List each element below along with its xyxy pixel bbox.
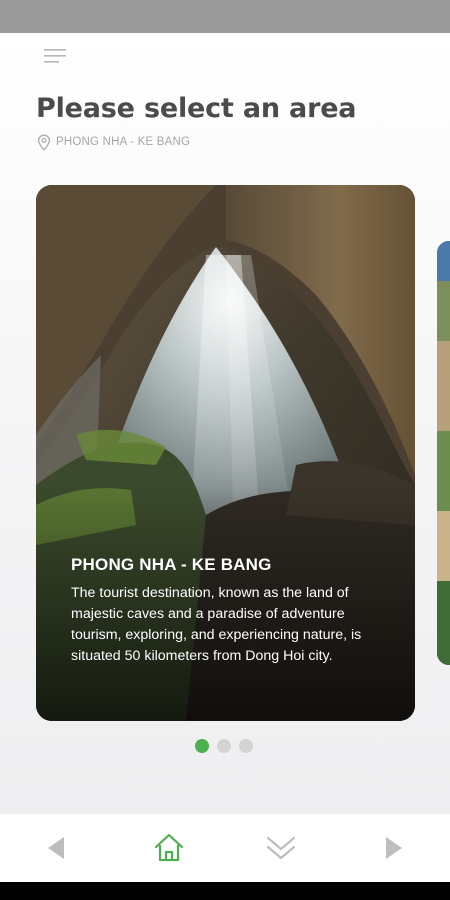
home-button[interactable] — [151, 830, 187, 866]
page-title: Please select an area — [36, 93, 357, 124]
pagination-dot-3[interactable] — [239, 739, 253, 753]
card-description: The tourist destination, known as the la… — [71, 585, 362, 664]
location-text: PHONG NHA - KE BANG — [56, 136, 191, 148]
system-navigation-bar — [0, 882, 450, 900]
pagination-dot-1[interactable] — [195, 739, 209, 753]
location-pin-icon — [37, 133, 51, 151]
previous-button[interactable] — [38, 830, 74, 866]
next-area-card-peek[interactable] — [437, 241, 450, 665]
menu-button[interactable] — [42, 47, 68, 67]
bottom-navigation — [0, 814, 450, 882]
next-button[interactable] — [376, 830, 412, 866]
triangle-left-icon — [48, 837, 64, 859]
area-card[interactable]: PHONG NHA - KE BANG The tourist destinat… — [36, 185, 415, 721]
triangle-right-icon — [386, 837, 402, 859]
scroll-down-button[interactable] — [263, 830, 299, 866]
pagination-dot-2[interactable] — [217, 739, 231, 753]
menu-icon — [44, 49, 66, 63]
card-title: PHONG NHA - KE BANG — [71, 555, 272, 574]
app-screen: Please select an area PHONG NHA - KE BAN… — [0, 33, 450, 814]
location-label: PHONG NHA - KE BANG — [37, 133, 190, 151]
home-icon — [154, 833, 184, 862]
status-bar — [0, 0, 450, 33]
double-chevron-down-icon — [266, 836, 296, 860]
carousel-pagination — [195, 739, 253, 753]
next-area-photo — [437, 241, 450, 665]
